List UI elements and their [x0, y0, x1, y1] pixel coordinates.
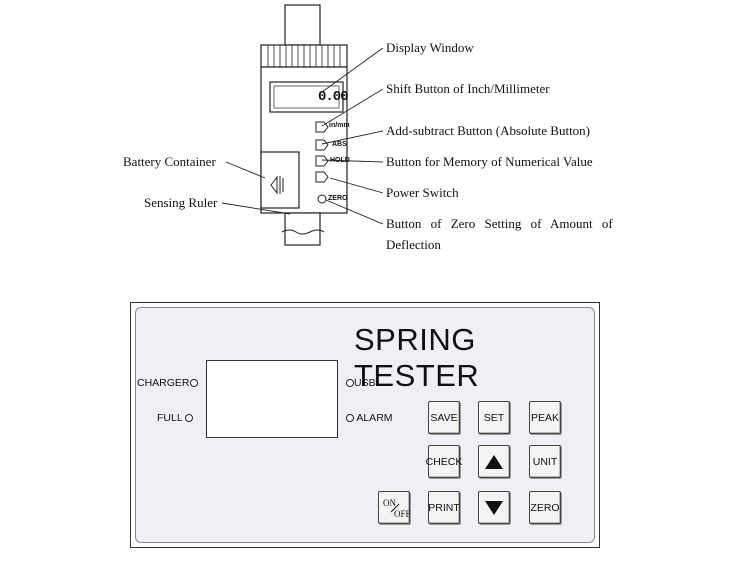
lcd-display: [206, 360, 338, 438]
unit-button[interactable]: UNIT: [529, 445, 561, 478]
callout-shift-button: Shift Button of Inch/Millimeter: [386, 81, 550, 96]
spring-tester-panel: SPRING TESTER CHARGER FULL USB ALARM SAV…: [130, 302, 600, 548]
callout-battery-container: Battery Container: [123, 154, 216, 169]
hold-button-label: HOLD: [330, 157, 350, 164]
usb-label: USB: [354, 377, 376, 389]
print-button[interactable]: PRINT: [428, 491, 460, 524]
panel-title: SPRING TESTER: [354, 322, 480, 393]
callout-add-subtract-button: Add-subtract Button (Absolute Button): [386, 123, 591, 138]
sensing-ruler: [284, 212, 321, 246]
full-led-icon: [185, 414, 194, 423]
alarm-label: ALARM: [356, 412, 393, 424]
inch-mm-button-label: in/mm: [329, 122, 350, 129]
usb-indicator: USB: [346, 377, 376, 389]
abs-button-label: ABS: [332, 141, 347, 148]
panel-face: SPRING TESTER CHARGER FULL USB ALARM SAV…: [135, 307, 595, 543]
on-off-button[interactable]: ON OFF: [378, 491, 411, 524]
callout-sensing-ruler: Sensing Ruler: [144, 195, 218, 210]
callout-power-switch: Power Switch: [386, 185, 459, 200]
callout-zero-setting-cont: Deflection: [386, 237, 441, 252]
callout-memory-button: Button for Memory of Numerical Value: [386, 154, 593, 169]
charger-label: CHARGER: [137, 377, 190, 389]
set-button[interactable]: SET: [478, 401, 510, 434]
charger-led-icon: [189, 379, 198, 388]
full-label: FULL: [157, 412, 183, 424]
check-button[interactable]: CHECK: [426, 445, 462, 478]
spindle-top: [284, 4, 321, 46]
charger-indicator: CHARGER: [137, 377, 198, 389]
save-button[interactable]: SAVE: [428, 401, 460, 434]
alarm-indicator: ALARM: [346, 412, 393, 424]
callout-display-window: Display Window: [386, 40, 474, 55]
arrow-up-icon: [485, 454, 503, 469]
zero-button[interactable]: ZERO: [529, 491, 561, 524]
display-reading: 0.00: [318, 89, 349, 105]
alarm-led-icon: [346, 414, 354, 423]
arrow-down-icon: [485, 500, 503, 515]
down-button[interactable]: [478, 491, 510, 524]
up-button[interactable]: [478, 445, 510, 478]
peak-button[interactable]: PEAK: [529, 401, 561, 434]
gauge-drawing: [221, 4, 384, 246]
full-indicator: FULL: [157, 412, 194, 424]
zero-button-label: ZERO: [328, 195, 348, 202]
usb-led-icon: [346, 379, 354, 388]
callout-zero-setting: Button of Zero Setting of Amount of: [386, 216, 613, 231]
off-label: OFF: [394, 508, 411, 519]
